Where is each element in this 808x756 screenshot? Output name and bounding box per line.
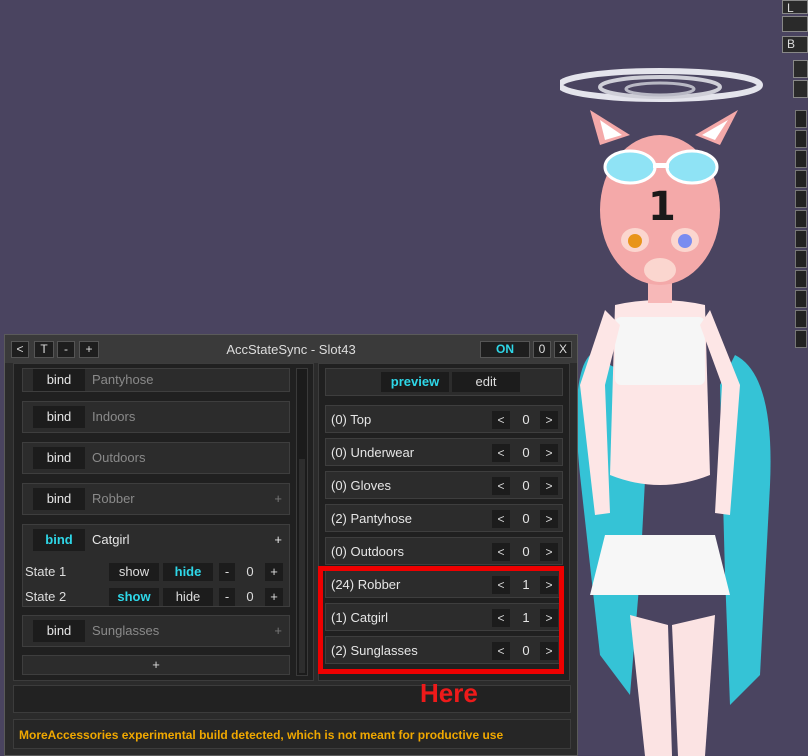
slot-value: 0 — [522, 478, 530, 493]
accessory-item-robber: bind Robber + — [22, 483, 290, 515]
accessory-item-indoors: bind Indoors — [22, 401, 290, 433]
state-hide-button[interactable]: hide — [163, 563, 213, 581]
slot-row-top: (0) Top < 0 > — [325, 405, 563, 433]
annotation-label: Here — [420, 678, 478, 708]
transparency-button[interactable]: T — [34, 341, 54, 358]
expand-plus-icon[interactable]: + — [274, 491, 282, 506]
accessory-name: Pantyhose — [92, 372, 154, 387]
prev-button[interactable]: < — [492, 444, 510, 462]
expand-plus-icon[interactable]: + — [274, 623, 282, 638]
shrink-button[interactable]: - — [57, 341, 75, 358]
bind-button[interactable]: bind — [33, 369, 85, 391]
edge-button-2[interactable] — [782, 16, 808, 32]
bind-button[interactable]: bind — [33, 447, 85, 469]
accessory-name: Indoors — [92, 409, 136, 424]
accessory-name: Outdoors — [92, 450, 146, 465]
scroll-thumb[interactable] — [299, 459, 305, 673]
state-plus-button[interactable]: + — [265, 588, 283, 606]
state-show-button[interactable]: show — [109, 563, 159, 581]
title-bar[interactable]: < T - + AccStateSync - Slot43 ON 0 X — [5, 335, 577, 363]
edge-button-1[interactable]: L — [782, 0, 808, 14]
prev-button[interactable]: < — [492, 543, 510, 561]
tab-edit[interactable]: edit — [452, 372, 520, 392]
slot-label: (2) Pantyhose — [331, 511, 412, 526]
slot-label: (0) Gloves — [331, 478, 391, 493]
slot-label: (0) Underwear — [331, 445, 415, 460]
tab-preview[interactable]: preview — [381, 372, 449, 392]
next-button[interactable]: > — [540, 510, 558, 528]
prev-button[interactable]: < — [492, 510, 510, 528]
accessory-name: Robber — [92, 491, 135, 506]
slot-value: 0 — [522, 445, 530, 460]
accstatesync-window: < T - + AccStateSync - Slot43 ON 0 X bin… — [4, 334, 578, 756]
state-label: State 1 — [25, 564, 67, 579]
next-button[interactable]: > — [540, 444, 558, 462]
reset-button[interactable]: 0 — [533, 341, 551, 358]
on-toggle-button[interactable]: ON — [480, 341, 530, 358]
bind-button[interactable]: bind — [33, 406, 85, 428]
expand-plus-icon[interactable]: + — [274, 532, 282, 547]
scrollbar[interactable] — [296, 368, 308, 676]
slot-value: 0 — [522, 511, 530, 526]
highlight-box — [318, 566, 564, 674]
accessory-item-outdoors: bind Outdoors — [22, 442, 290, 474]
tab-strip: preview edit — [325, 368, 563, 396]
state-minus-button[interactable]: - — [219, 563, 235, 581]
accessory-bind-list: bind Pantyhose bind Indoors bind Outdoor… — [13, 363, 314, 681]
add-accessory-button[interactable]: + — [22, 655, 290, 675]
status-warning-text: MoreAccessories experimental build detec… — [19, 728, 504, 742]
state-minus-button[interactable]: - — [219, 588, 235, 606]
bind-button[interactable]: bind — [33, 488, 85, 510]
slot-row-outdoors: (0) Outdoors < 0 > — [325, 537, 563, 565]
window-title: AccStateSync - Slot43 — [226, 342, 356, 357]
svg-text:1: 1 — [648, 184, 676, 230]
bind-button[interactable]: bind — [33, 620, 85, 642]
slot-row-pantyhose: (2) Pantyhose < 0 > — [325, 504, 563, 532]
state-value: 0 — [246, 564, 254, 579]
next-button[interactable]: > — [540, 411, 558, 429]
state-plus-button[interactable]: + — [265, 563, 283, 581]
accessory-item-pantyhose: bind Pantyhose — [22, 368, 290, 392]
slot-label: (0) Top — [331, 412, 372, 427]
accessory-name: Sunglasses — [92, 623, 160, 638]
next-button[interactable]: > — [540, 477, 558, 495]
prev-button[interactable]: < — [492, 477, 510, 495]
edge-button-3[interactable]: B — [782, 36, 808, 53]
prev-button[interactable]: < — [492, 411, 510, 429]
state-label: State 2 — [25, 589, 67, 604]
close-button[interactable]: X — [554, 341, 572, 358]
next-button[interactable]: > — [540, 543, 558, 561]
state-value: 0 — [246, 589, 254, 604]
state-show-button[interactable]: show — [109, 588, 159, 606]
accessory-item-catgirl: bind Catgirl + State 1 show hide - 0 + S… — [22, 524, 290, 607]
character-model: 1 — [560, 68, 771, 756]
bind-button[interactable]: bind — [33, 529, 85, 551]
state-hide-button[interactable]: hide — [163, 588, 213, 606]
accessory-name: Catgirl — [92, 532, 130, 547]
slot-label: (0) Outdoors — [331, 544, 404, 559]
slot-row-gloves: (0) Gloves < 0 > — [325, 471, 563, 499]
slot-value: 0 — [522, 412, 530, 427]
slot-value: 0 — [522, 544, 530, 559]
enlarge-button[interactable]: + — [79, 341, 99, 358]
slot-row-underwear: (0) Underwear < 0 > — [325, 438, 563, 466]
message-field — [13, 685, 571, 713]
accessory-item-sunglasses: bind Sunglasses + — [22, 615, 290, 647]
status-bar: MoreAccessories experimental build detec… — [13, 719, 571, 749]
collapse-button[interactable]: < — [11, 341, 29, 358]
